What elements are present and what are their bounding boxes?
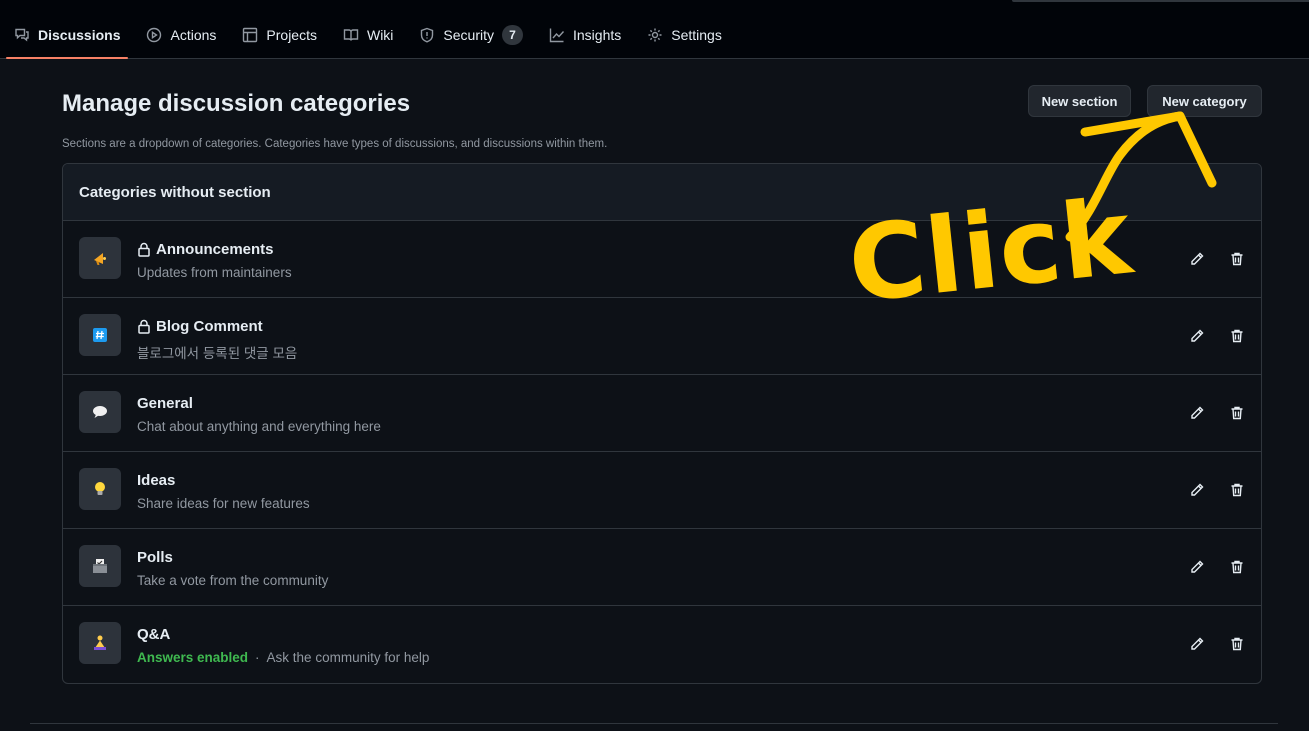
- tab-security[interactable]: Security 7: [411, 14, 531, 56]
- pencil-icon: [1191, 483, 1204, 496]
- tab-label: Discussions: [38, 27, 121, 43]
- trash-icon: [1231, 637, 1243, 651]
- category-name-label: General: [137, 395, 193, 412]
- category-desc: Updates from maintainers: [137, 265, 292, 280]
- tab-discussions[interactable]: Discussions: [6, 14, 129, 59]
- category-name[interactable]: Blog Comment: [137, 318, 263, 335]
- category-emoji: [79, 468, 121, 510]
- category-row: Blog Comment 블로그에서 등록된 댓글 모음: [63, 298, 1261, 375]
- edit-category-button[interactable]: [1189, 559, 1207, 577]
- category-name-label: Q&A: [137, 626, 171, 643]
- hash-keycap-icon: [93, 328, 107, 342]
- category-desc: Take a vote from the community: [137, 573, 329, 588]
- tab-insights[interactable]: Insights: [541, 14, 629, 56]
- categories-box: Categories without section Announcements…: [62, 163, 1262, 684]
- category-desc: Chat about anything and everything here: [137, 419, 381, 434]
- delete-category-button[interactable]: [1229, 251, 1247, 269]
- trash-icon: [1231, 560, 1243, 574]
- trash-icon: [1231, 252, 1243, 266]
- delete-category-button[interactable]: [1229, 482, 1247, 500]
- pencil-icon: [1191, 252, 1204, 265]
- delete-category-button[interactable]: [1229, 636, 1247, 654]
- category-emoji: [79, 622, 121, 664]
- category-row: General Chat about anything and everythi…: [63, 375, 1261, 452]
- tab-actions[interactable]: Actions: [138, 14, 224, 56]
- tab-label: Settings: [671, 27, 722, 43]
- category-name-label: Ideas: [137, 472, 176, 489]
- trash-icon: [1231, 406, 1243, 420]
- category-name[interactable]: Q&A: [137, 626, 170, 643]
- category-name[interactable]: General: [137, 395, 193, 412]
- footer-divider: [30, 723, 1278, 724]
- category-desc-text: Ask the community for help: [266, 650, 430, 665]
- category-desc: 블로그에서 등록된 댓글 모음: [137, 346, 298, 361]
- tab-settings[interactable]: Settings: [639, 14, 730, 56]
- table-icon: [243, 27, 258, 43]
- separator-dot: ·: [255, 650, 260, 665]
- shield-icon: [421, 27, 434, 43]
- trash-icon: [1231, 329, 1243, 343]
- edit-category-button[interactable]: [1189, 636, 1207, 654]
- category-emoji: [79, 391, 121, 433]
- category-name[interactable]: Announcements: [137, 241, 274, 258]
- new-section-button[interactable]: New section: [1028, 85, 1131, 117]
- lock-icon: [138, 242, 150, 257]
- category-emoji: [79, 314, 121, 356]
- edit-category-button[interactable]: [1189, 328, 1207, 346]
- tab-projects[interactable]: Projects: [234, 14, 325, 56]
- category-emoji: [79, 545, 121, 587]
- category-name-label: Polls: [137, 549, 173, 566]
- tab-label: Security: [443, 27, 494, 43]
- category-row: Polls Take a vote from the community: [63, 529, 1261, 606]
- category-row: Announcements Updates from maintainers: [63, 221, 1261, 298]
- speech-bubble-icon: [93, 406, 107, 418]
- category-name-label: Announcements: [156, 241, 274, 258]
- category-desc: Share ideas for new features: [137, 496, 310, 511]
- repo-tabs: Discussions Actions Projects Wiki Securi…: [6, 14, 740, 59]
- pencil-icon: [1191, 637, 1204, 650]
- trash-icon: [1231, 483, 1243, 497]
- edit-category-button[interactable]: [1189, 405, 1207, 423]
- edit-category-button[interactable]: [1189, 251, 1207, 269]
- box-header: Categories without section: [63, 164, 1261, 221]
- pencil-icon: [1191, 406, 1204, 419]
- delete-category-button[interactable]: [1229, 328, 1247, 346]
- gear-icon: [648, 28, 662, 42]
- category-row: Q&A Answers enabled · Ask the community …: [63, 606, 1261, 683]
- category-row: Ideas Share ideas for new features: [63, 452, 1261, 529]
- edit-category-button[interactable]: [1189, 482, 1207, 500]
- category-desc: Answers enabled · Ask the community for …: [137, 650, 429, 665]
- discussions-icon: [15, 28, 29, 42]
- page-subtitle: Sections are a dropdown of categories. C…: [62, 138, 608, 150]
- book-icon: [343, 29, 359, 41]
- delete-category-button[interactable]: [1229, 405, 1247, 423]
- header-edge: [1012, 0, 1309, 2]
- repo-nav: Discussions Actions Projects Wiki Securi…: [0, 0, 1309, 59]
- category-name-label: Blog Comment: [156, 318, 263, 335]
- answers-enabled-label: Answers enabled: [137, 650, 249, 665]
- tab-label: Insights: [573, 27, 622, 43]
- graph-icon: [549, 28, 565, 43]
- tab-wiki[interactable]: Wiki: [335, 14, 401, 56]
- tab-label: Projects: [266, 27, 317, 43]
- lock-icon: [138, 319, 150, 334]
- tab-label: Wiki: [366, 27, 394, 43]
- category-name[interactable]: Ideas: [137, 472, 175, 489]
- delete-category-button[interactable]: [1229, 559, 1247, 577]
- lightbulb-icon: [95, 482, 105, 495]
- play-icon: [147, 27, 162, 43]
- security-counter: 7: [502, 25, 523, 45]
- megaphone-icon: [94, 253, 106, 265]
- ballot-box-icon: [93, 559, 107, 573]
- tab-label: Actions: [170, 27, 217, 43]
- page-title: Manage discussion categories: [62, 90, 411, 117]
- praying-hands-icon: [94, 635, 106, 650]
- pencil-icon: [1191, 560, 1204, 573]
- category-name[interactable]: Polls: [137, 549, 173, 566]
- new-category-button[interactable]: New category: [1147, 85, 1262, 117]
- pencil-icon: [1191, 329, 1204, 342]
- category-emoji: [79, 237, 121, 279]
